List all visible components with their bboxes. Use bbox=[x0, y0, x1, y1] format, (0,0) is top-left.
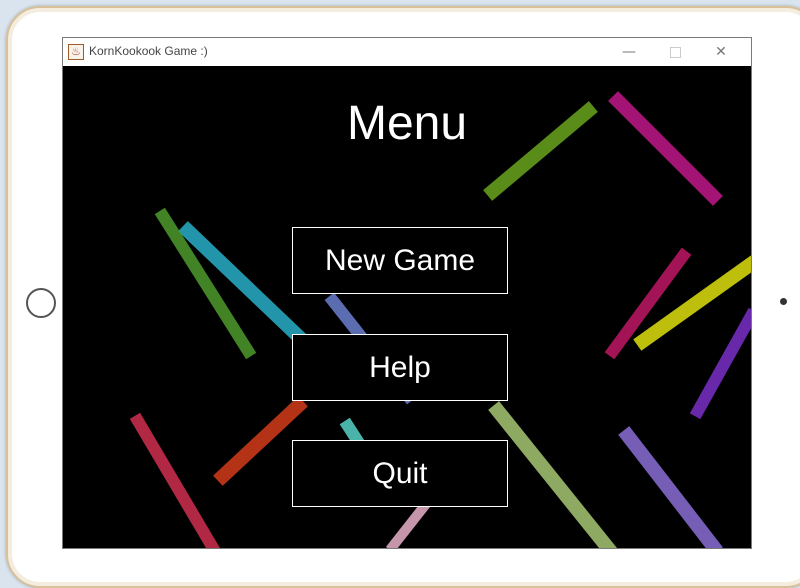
background-streak bbox=[618, 426, 723, 548]
game-canvas: Menu New Game Help Quit bbox=[63, 66, 751, 548]
home-button[interactable] bbox=[26, 288, 56, 318]
game-window: ♨ KornKookook Game :) — ✕ Menu New Game … bbox=[62, 37, 752, 549]
close-button[interactable]: ✕ bbox=[698, 38, 744, 66]
camera-dot bbox=[780, 298, 787, 305]
window-title: KornKookook Game :) bbox=[89, 44, 208, 58]
title-bar: ♨ KornKookook Game :) — ✕ bbox=[63, 38, 751, 67]
help-button[interactable]: Help bbox=[292, 334, 508, 401]
maximize-button[interactable] bbox=[652, 38, 698, 66]
background-streak bbox=[633, 255, 751, 351]
background-streak bbox=[689, 307, 751, 420]
background-streak bbox=[129, 412, 220, 548]
quit-button[interactable]: Quit bbox=[292, 440, 508, 507]
menu-title: Menu bbox=[346, 97, 468, 150]
background-streak bbox=[488, 401, 617, 548]
minimize-button[interactable]: — bbox=[606, 38, 652, 66]
new-game-button[interactable]: New Game bbox=[292, 227, 508, 294]
java-app-icon: ♨ bbox=[68, 44, 84, 60]
maximize-icon bbox=[669, 46, 681, 58]
background-streak bbox=[213, 396, 308, 486]
